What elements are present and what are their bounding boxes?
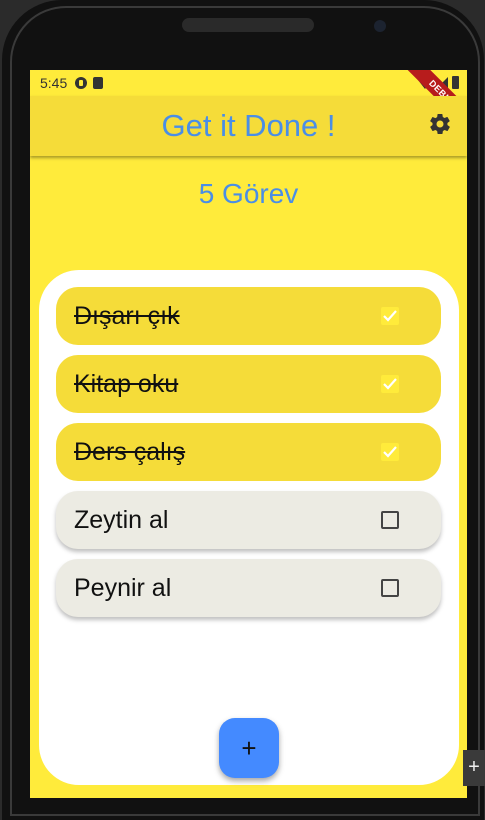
task-label: Dışarı çık [74,301,180,330]
gear-icon [430,113,450,135]
phone-speaker [182,18,314,32]
side-toolbar-add-button[interactable]: + [463,750,485,786]
notification-icon [75,77,88,89]
phone-camera [374,20,386,32]
app-title: Get it Done ! [161,108,336,143]
task-label: Zeytin al [74,505,169,534]
sd-card-icon [93,77,104,89]
check-icon [383,310,397,322]
task-label: Peynir al [74,573,172,602]
check-icon [383,446,397,458]
task-checkbox[interactable] [381,375,399,393]
app-screen: 5:45 DEBUG Get it Done ! 5 Görev Dışarı … [30,70,467,798]
check-icon [383,378,397,390]
app-bar: Get it Done ! [30,96,467,156]
task-count: 5 Görev [198,178,299,209]
task-item[interactable]: Peynir al [56,559,441,617]
task-checkbox[interactable] [381,511,399,529]
task-checkbox[interactable] [381,307,399,325]
task-checkbox[interactable] [381,579,399,597]
task-item[interactable]: Zeytin al [56,491,441,549]
status-bar: 5:45 [30,70,467,96]
battery-icon [452,76,459,89]
add-task-button[interactable]: + [219,718,279,778]
task-label: Kitap oku [74,369,179,398]
task-item[interactable]: Ders çalış [56,423,441,481]
task-label: Ders çalış [74,437,186,466]
task-list-panel: Dışarı çık Kitap oku Ders çalış Zeytin a… [39,270,459,785]
task-item[interactable]: Kitap oku [56,355,441,413]
plus-icon: + [241,732,257,763]
settings-button[interactable] [427,111,453,137]
status-time: 5:45 [40,75,68,91]
task-checkbox[interactable] [381,443,399,461]
task-item[interactable]: Dışarı çık [56,287,441,345]
